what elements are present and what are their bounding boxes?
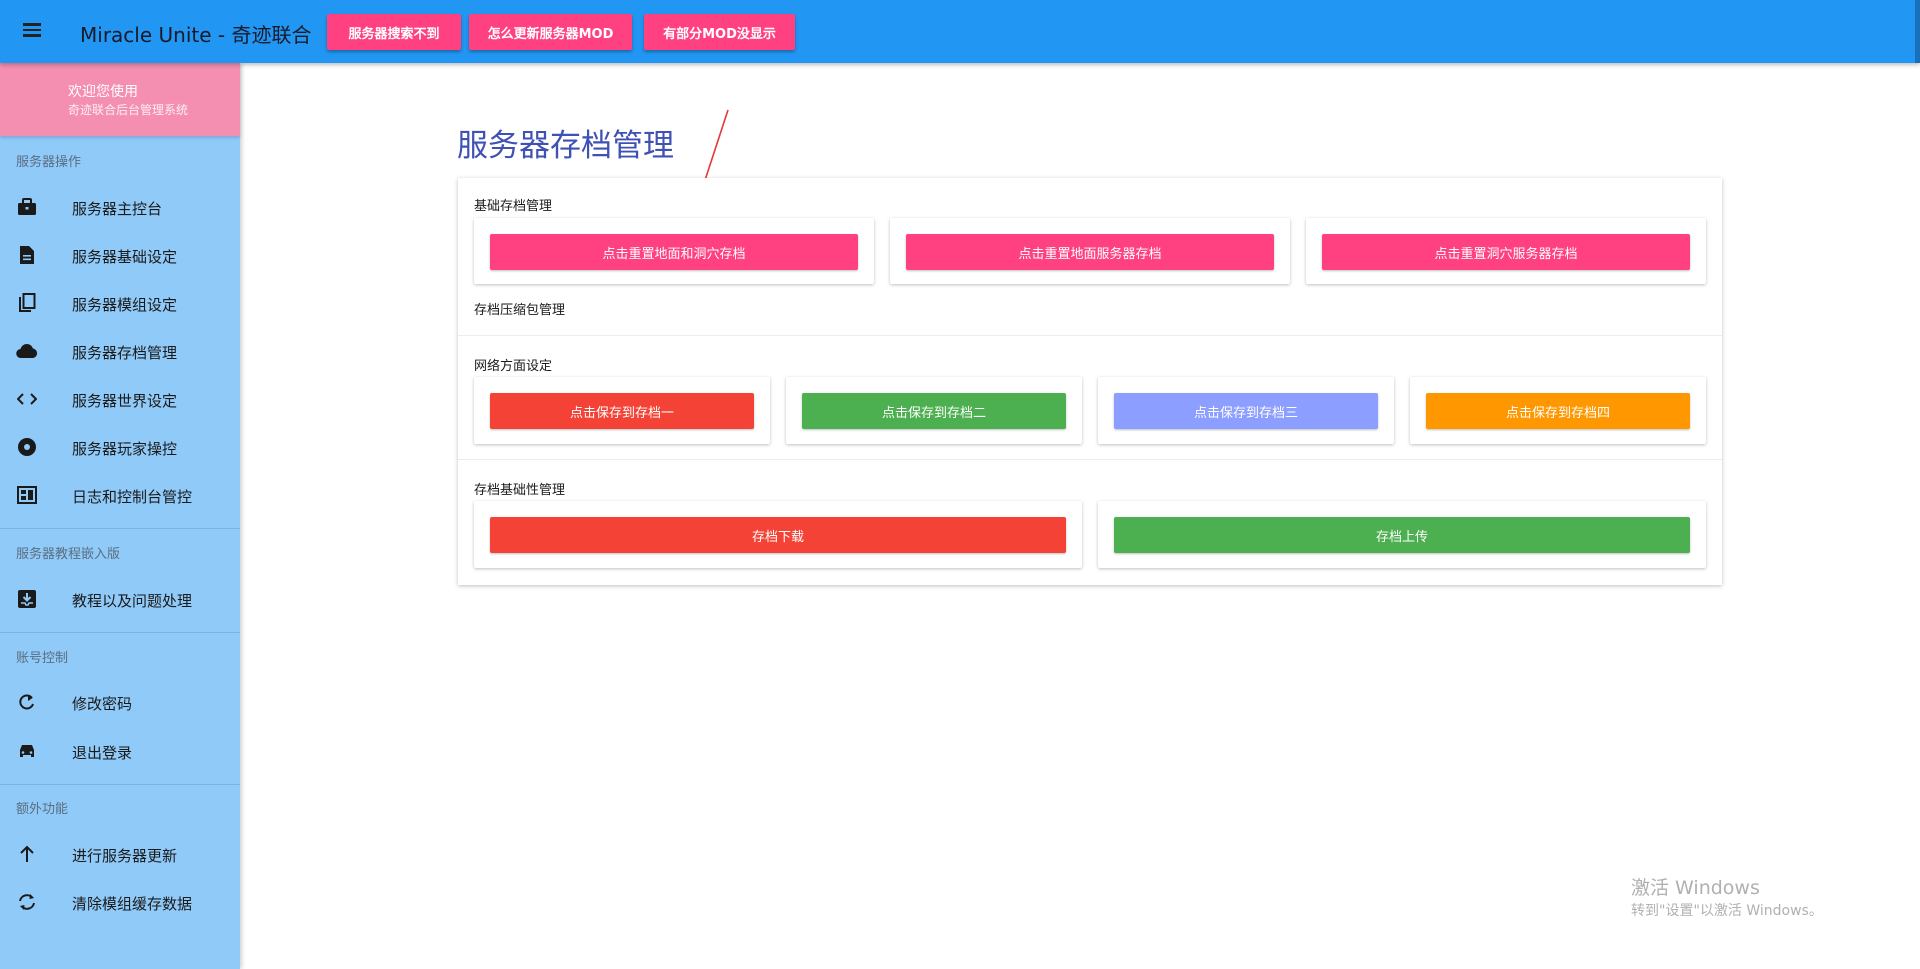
section-divider (458, 459, 1722, 460)
sidebar-item-tutorial[interactable]: 教程以及问题处理 (0, 579, 240, 619)
document-icon (16, 245, 38, 265)
sidebar-item-logout[interactable]: 退出登录 (0, 731, 240, 771)
update-mod-button[interactable]: 怎么更新服务器MOD (469, 14, 632, 50)
sidebar-item-label: 退出登录 (72, 744, 133, 762)
card-save-1: 点击保存到存档一 (474, 377, 770, 444)
sidebar: 欢迎您使用 奇迹联合后台管理系统 服务器操作 服务器主控台 服务器基础设定 服务… (0, 63, 240, 969)
save-slot-1-button[interactable]: 点击保存到存档一 (490, 393, 754, 429)
section-title-archive: 存档基础性管理 (474, 483, 566, 498)
sidebar-item-label: 服务器基础设定 (72, 248, 178, 266)
mod-not-shown-button[interactable]: 有部分MOD没显示 (644, 14, 795, 50)
sidebar-divider (0, 528, 240, 529)
card-reset-cave: 点击重置洞穴服务器存档 (1306, 218, 1706, 284)
code-icon (16, 389, 38, 409)
sidebar-item-label: 服务器主控台 (72, 200, 163, 218)
welcome-title: 欢迎您使用 (68, 84, 138, 100)
sidebar-item-label: 服务器玩家操控 (72, 440, 178, 458)
save-slot-4-button[interactable]: 点击保存到存档四 (1426, 393, 1690, 429)
section-title-network: 网络方面设定 (474, 359, 553, 374)
sidebar-item-clear-mod-cache[interactable]: 清除模组缓存数据 (0, 882, 240, 922)
section-title-compress: 存档压缩包管理 (474, 303, 566, 318)
menu-icon[interactable] (18, 20, 46, 44)
sidebar-item-change-password[interactable]: 修改密码 (0, 682, 240, 722)
sidebar-item-label: 服务器存档管理 (72, 344, 178, 362)
card-upload: 存档上传 (1098, 501, 1706, 568)
arrow-up-icon (16, 844, 38, 864)
archive-upload-button[interactable]: 存档上传 (1114, 517, 1690, 553)
card-save-4: 点击保存到存档四 (1410, 377, 1706, 444)
welcome-banner: 欢迎您使用 奇迹联合后台管理系统 (0, 63, 240, 136)
sidebar-item-world-settings[interactable]: 服务器世界设定 (0, 379, 240, 419)
copy-icon (16, 293, 38, 313)
sync-icon (16, 892, 38, 912)
inbox-download-icon (16, 589, 38, 609)
card-download: 存档下载 (474, 501, 1082, 568)
briefcase-icon (16, 197, 38, 217)
sidebar-item-console[interactable]: 服务器主控台 (0, 187, 240, 227)
reset-surface-and-cave-button[interactable]: 点击重置地面和洞穴存档 (490, 234, 858, 270)
sidebar-item-logs-console[interactable]: 日志和控制台管控 (0, 475, 240, 515)
server-not-found-button[interactable]: 服务器搜索不到 (327, 14, 461, 50)
sidebar-divider (0, 784, 240, 785)
sidebar-divider (0, 632, 240, 633)
rotate-icon (16, 692, 38, 712)
sidebar-item-label: 修改密码 (72, 695, 133, 713)
card-save-2: 点击保存到存档二 (786, 377, 1082, 444)
section-title-basic: 基础存档管理 (474, 199, 553, 214)
sidebar-item-label: 日志和控制台管控 (72, 488, 193, 506)
sidebar-item-server-update[interactable]: 进行服务器更新 (0, 834, 240, 874)
sidebar-item-label: 进行服务器更新 (72, 847, 178, 865)
welcome-subtitle: 奇迹联合后台管理系统 (68, 103, 189, 117)
sidebar-item-basic-settings[interactable]: 服务器基础设定 (0, 235, 240, 275)
card-save-3: 点击保存到存档三 (1098, 377, 1394, 444)
cloud-icon (16, 341, 38, 361)
page-title: 服务器存档管理 (457, 128, 674, 164)
save-slot-3-button[interactable]: 点击保存到存档三 (1114, 393, 1378, 429)
reset-surface-button[interactable]: 点击重置地面服务器存档 (906, 234, 1274, 270)
activation-watermark-title: 激活 Windows (1631, 877, 1760, 899)
dashboard-icon (16, 485, 38, 505)
reset-cave-button[interactable]: 点击重置洞穴服务器存档 (1322, 234, 1690, 270)
sidebar-item-label: 清除模组缓存数据 (72, 895, 193, 913)
sidebar-item-archive-management[interactable]: 服务器存档管理 (0, 331, 240, 371)
section-label-extra: 额外功能 (16, 802, 69, 817)
card-reset-surface: 点击重置地面服务器存档 (890, 218, 1290, 284)
car-icon (16, 741, 38, 761)
disc-icon (16, 437, 38, 457)
sidebar-item-label: 服务器模组设定 (72, 296, 178, 314)
sidebar-item-mod-settings[interactable]: 服务器模组设定 (0, 283, 240, 323)
save-slot-2-button[interactable]: 点击保存到存档二 (802, 393, 1066, 429)
app-title: Miracle Unite - 奇迹联合 (80, 23, 312, 47)
section-label-account: 账号控制 (16, 651, 69, 666)
sidebar-item-label: 服务器世界设定 (72, 392, 178, 410)
app-bar: Miracle Unite - 奇迹联合 服务器搜索不到 怎么更新服务器MOD … (0, 0, 1920, 63)
scrollbar-edge (1915, 0, 1920, 63)
section-divider (458, 335, 1722, 336)
activation-watermark-subtitle: 转到"设置"以激活 Windows。 (1631, 903, 1823, 919)
card-reset-both: 点击重置地面和洞穴存档 (474, 218, 874, 284)
sidebar-item-player-control[interactable]: 服务器玩家操控 (0, 427, 240, 467)
sidebar-item-label: 教程以及问题处理 (72, 592, 193, 610)
section-label-server-ops: 服务器操作 (16, 155, 82, 170)
archive-panel: 基础存档管理 点击重置地面和洞穴存档 点击重置地面服务器存档 点击重置洞穴服务器… (458, 178, 1722, 585)
section-label-tutorial: 服务器教程嵌入版 (16, 547, 121, 562)
archive-download-button[interactable]: 存档下载 (490, 517, 1066, 553)
